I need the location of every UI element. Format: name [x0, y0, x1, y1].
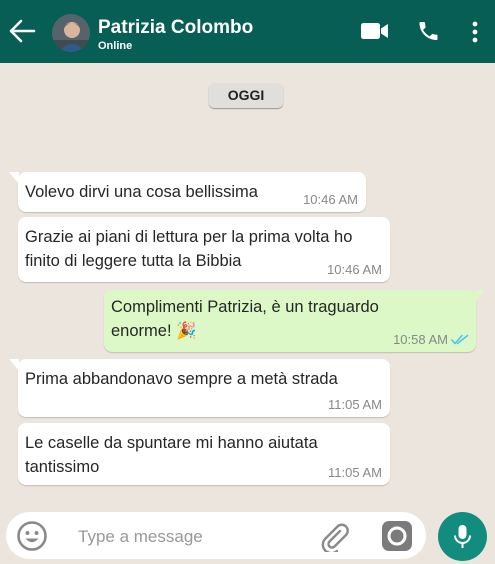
message-time: 11:05 AM	[328, 465, 382, 480]
message-text: Volevo dirvi una cosa bellissima	[25, 183, 258, 201]
message-input[interactable]	[76, 520, 300, 554]
incoming-message[interactable]: Le caselle da spuntare mi hanno aiutata …	[18, 423, 390, 485]
mic-icon	[454, 525, 471, 548]
incoming-message[interactable]: Volevo dirvi una cosa bellissima 10:46 A…	[9, 172, 366, 212]
attach-icon[interactable]	[318, 520, 350, 552]
chat-screen: Patrizia Colombo Online OGGI Volevo dirv…	[0, 0, 495, 564]
contact-name[interactable]: Patrizia Colombo	[98, 17, 253, 39]
contact-status: Online	[98, 40, 133, 52]
incoming-message[interactable]: Prima abbandonavo sempre a metà strada 1…	[9, 359, 390, 417]
emoji-icon[interactable]	[16, 520, 48, 552]
message-text: Le caselle da spuntare mi hanno aiutata …	[25, 434, 318, 476]
message-text: Grazie ai piani di lettura per la prima …	[25, 228, 353, 270]
camera-icon[interactable]	[381, 520, 413, 552]
back-arrow-icon[interactable]	[8, 18, 36, 44]
date-divider: OGGI	[209, 83, 283, 108]
composer-bar	[0, 501, 495, 564]
message-time: 11:05 AM	[328, 397, 382, 412]
message-text: Complimenti Patrizia, è un traguardo eno…	[111, 298, 379, 340]
mic-button[interactable]	[438, 512, 487, 561]
avatar[interactable]	[52, 14, 90, 52]
video-call-icon[interactable]	[360, 20, 390, 42]
more-options-icon[interactable]	[470, 20, 480, 44]
incoming-message[interactable]: Grazie ai piani di lettura per la prima …	[18, 217, 390, 282]
composer	[6, 512, 426, 559]
chat-header: Patrizia Colombo Online	[0, 0, 495, 63]
message-text: Prima abbandonavo sempre a metà strada	[25, 370, 338, 388]
outgoing-message[interactable]: Complimenti Patrizia, è un traguardo eno…	[104, 290, 485, 352]
message-list[interactable]: OGGI Volevo dirvi una cosa bellissima 10…	[0, 63, 495, 501]
message-time: 10:46 AM	[303, 192, 358, 207]
message-time: 10:46 AM	[327, 262, 382, 277]
phone-icon[interactable]	[416, 19, 441, 43]
read-ticks-icon	[451, 334, 469, 345]
message-time: 10:58 AM	[393, 332, 448, 347]
